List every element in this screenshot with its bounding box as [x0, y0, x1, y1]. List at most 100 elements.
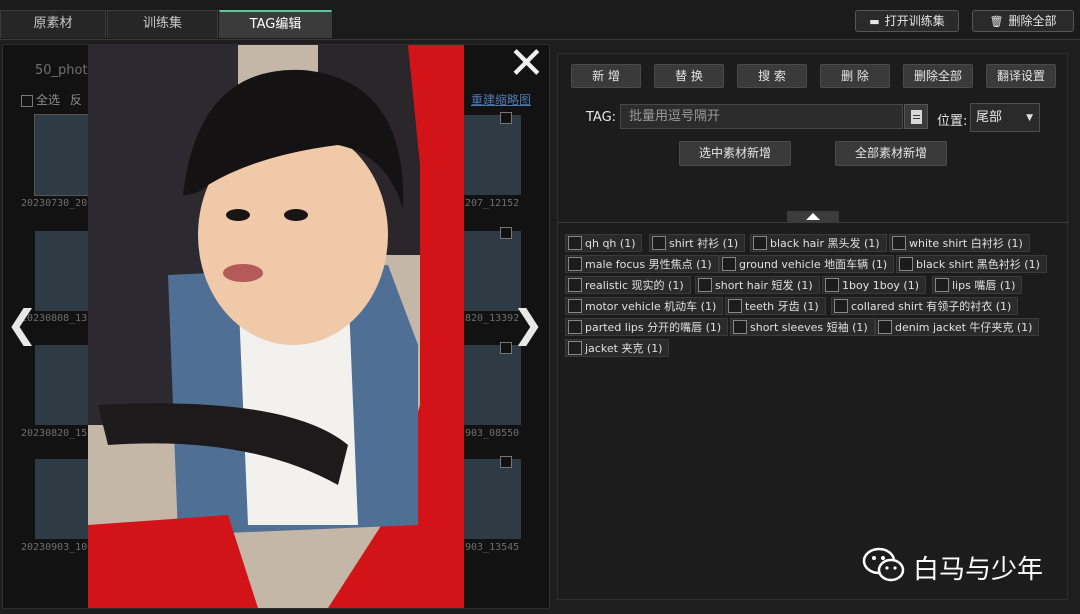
tag-checkbox[interactable]: [935, 278, 949, 292]
thumbnail-checkbox[interactable]: [500, 456, 512, 468]
select-all-checkbox[interactable]: [21, 94, 33, 107]
select-all-label: 全选: [36, 93, 61, 107]
top-bar: 原素材 训练集 TAG编辑 ▬ 打开训练集 🗑 删除全部: [0, 0, 1080, 40]
tag-text: lips 嘴唇 (1): [952, 279, 1016, 292]
tag-chip[interactable]: teeth 牙齿 (1): [725, 297, 826, 315]
thumbnail[interactable]: [35, 231, 95, 311]
tag-checkbox[interactable]: [753, 236, 767, 250]
tag-checkbox[interactable]: [568, 236, 582, 250]
tag-chip[interactable]: black hair 黑头发 (1): [750, 234, 887, 252]
tag-text: 1boy 1boy (1): [842, 279, 920, 292]
chevron-down-icon: ▼: [1026, 113, 1033, 123]
thumbnail-checkbox[interactable]: [500, 227, 512, 239]
tag-checkbox[interactable]: [722, 257, 736, 271]
thumbnail[interactable]: [461, 345, 521, 425]
tag-chip[interactable]: black shirt 黑色衬衫 (1): [896, 255, 1047, 273]
tag-editor-panel: 新 增 替 换 搜 索 删 除 删除全部 翻译设置 TAG: 批量用逗号隔开 位…: [557, 53, 1069, 600]
tag-chip[interactable]: ground vehicle 地面车辆 (1): [719, 255, 895, 273]
tag-checkbox[interactable]: [698, 278, 712, 292]
tag-chip[interactable]: realistic 现实的 (1): [565, 276, 691, 294]
tag-checkbox[interactable]: [892, 236, 906, 250]
gallery-folder-name: 50_photo: [35, 63, 96, 78]
tag-text: teeth 牙齿 (1): [745, 300, 819, 313]
tag-checkbox[interactable]: [568, 257, 582, 271]
boy-in-toy-car-photo: [88, 45, 464, 608]
tag-input[interactable]: 批量用逗号隔开: [620, 104, 903, 129]
tag-text: jacket 夹克 (1): [585, 342, 663, 355]
delete-all-tags-button[interactable]: 删除全部: [903, 64, 973, 88]
previous-image-button[interactable]: ❮: [6, 302, 38, 346]
next-image-button[interactable]: ❯: [512, 302, 544, 346]
watermark-text: 白马与少年: [913, 555, 1044, 585]
tag-text: parted lips 分开的嘴唇 (1): [585, 321, 722, 334]
tab-tag-editor[interactable]: TAG编辑: [219, 10, 332, 38]
tag-chip[interactable]: shirt 衬衫 (1): [649, 234, 746, 252]
delete-tag-button[interactable]: 删 除: [820, 64, 890, 88]
tag-chip[interactable]: jacket 夹克 (1): [565, 339, 670, 357]
tag-checkbox[interactable]: [878, 320, 892, 334]
thumbnail-caption: 20230730_20: [21, 198, 88, 209]
thumbnail-checkbox[interactable]: [500, 342, 512, 354]
add-to-all-button[interactable]: 全部素材新增: [835, 141, 947, 166]
invert-selection-label[interactable]: 反: [70, 93, 82, 107]
tag-chip[interactable]: short hair 短发 (1): [695, 276, 820, 294]
delete-all-top-button[interactable]: 🗑 删除全部: [972, 10, 1074, 32]
tag-text: denim jacket 牛仔夹克 (1): [895, 321, 1033, 334]
rebuild-thumbnails-link[interactable]: 重建缩略图: [471, 91, 531, 108]
tab-training-set[interactable]: 训练集: [107, 10, 218, 38]
tag-text: short sleeves 短袖 (1): [750, 321, 868, 334]
thumbnail[interactable]: [35, 345, 95, 425]
trash-icon: 🗑: [989, 15, 1004, 28]
tag-checkbox[interactable]: [568, 299, 582, 313]
document-icon: [911, 110, 922, 124]
tag-chip[interactable]: short sleeves 短袖 (1): [730, 318, 875, 336]
tab-raw-material[interactable]: 原素材: [0, 10, 106, 38]
search-tag-button[interactable]: 搜 索: [737, 64, 807, 88]
tag-chip[interactable]: collared shirt 有领子的衬衣 (1): [831, 297, 1019, 315]
tag-checkbox[interactable]: [899, 257, 913, 271]
tag-checkbox[interactable]: [568, 320, 582, 334]
tag-checkbox[interactable]: [568, 341, 582, 355]
tag-checkbox[interactable]: [652, 236, 666, 250]
open-training-set-label: 打开训练集: [884, 14, 945, 28]
tag-checkbox[interactable]: [834, 299, 848, 313]
tag-chip[interactable]: motor vehicle 机动车 (1): [565, 297, 724, 315]
thumbnail[interactable]: [35, 459, 95, 539]
tag-checkbox[interactable]: [568, 278, 582, 292]
tag-chip[interactable]: parted lips 分开的嘴唇 (1): [565, 318, 729, 336]
watermark: 白马与少年: [862, 545, 1062, 585]
open-training-set-button[interactable]: ▬ 打开训练集: [855, 10, 959, 32]
tag-text: black hair 黑头发 (1): [770, 237, 880, 250]
translation-settings-button[interactable]: 翻译设置: [986, 64, 1056, 88]
tag-text: male focus 男性焦点 (1): [585, 258, 712, 271]
close-preview-button[interactable]: ✕: [508, 42, 545, 86]
add-to-selected-button[interactable]: 选中素材新增: [679, 141, 791, 166]
tag-text: qh qh (1): [585, 237, 636, 250]
thumbnail-caption: 20230820_15: [21, 428, 88, 439]
tag-list-button[interactable]: [904, 104, 928, 129]
tag-chip[interactable]: qh qh (1): [565, 234, 643, 252]
add-tag-button[interactable]: 新 增: [571, 64, 641, 88]
thumbnail[interactable]: [461, 231, 521, 311]
tag-chip[interactable]: lips 嘴唇 (1): [932, 276, 1023, 294]
replace-tag-button[interactable]: 替 换: [654, 64, 724, 88]
thumbnail[interactable]: [461, 459, 521, 539]
tag-checkbox[interactable]: [728, 299, 742, 313]
tag-text: white shirt 白衬衫 (1): [909, 237, 1023, 250]
tag-input-label: TAG:: [586, 110, 617, 125]
position-select[interactable]: 尾部 ▼: [970, 103, 1040, 132]
wechat-icon: [862, 547, 905, 582]
tag-chip[interactable]: 1boy 1boy (1): [822, 276, 927, 294]
tag-text: ground vehicle 地面车辆 (1): [739, 258, 888, 271]
tag-chip[interactable]: white shirt 白衬衫 (1): [889, 234, 1030, 252]
tag-chip[interactable]: denim jacket 牛仔夹克 (1): [875, 318, 1040, 336]
position-label: 位置:: [937, 114, 968, 129]
thumbnail[interactable]: [34, 114, 96, 196]
tag-checkbox[interactable]: [733, 320, 747, 334]
tag-chip[interactable]: male focus 男性焦点 (1): [565, 255, 719, 273]
thumbnail-caption: 207_12152: [465, 198, 520, 209]
tag-checkbox[interactable]: [825, 278, 839, 292]
thumbnail-checkbox[interactable]: [500, 112, 512, 124]
thumbnail[interactable]: [461, 115, 521, 195]
folder-icon: ▬: [869, 15, 880, 28]
